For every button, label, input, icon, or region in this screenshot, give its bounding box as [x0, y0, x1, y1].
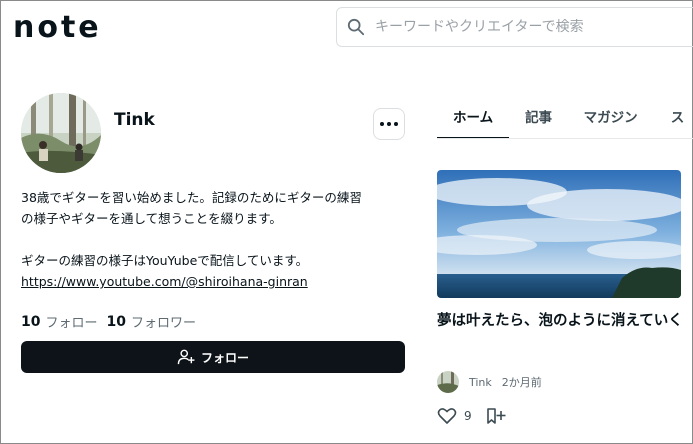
search-input[interactable] — [375, 19, 675, 35]
avatar-image — [21, 93, 101, 173]
bio-line: ギターの練習の様子はYouYubeで配信しています。 — [21, 253, 309, 268]
search-icon — [347, 18, 365, 36]
more-horizontal-icon — [380, 122, 398, 126]
author-name[interactable]: Tink — [469, 376, 492, 389]
follow-button-label: フォロー — [200, 350, 249, 365]
search-bar[interactable] — [336, 7, 693, 47]
header: note — [1, 1, 693, 53]
tab-more[interactable]: ス — [665, 101, 693, 138]
tab-home[interactable]: ホーム — [437, 101, 510, 138]
follow-label[interactable]: フォロー — [45, 312, 97, 331]
article-time: 2か月前 — [501, 376, 542, 389]
logo-text: note — [13, 9, 102, 45]
bookmark-plus-icon[interactable] — [486, 407, 506, 425]
youtube-link[interactable]: https://www.youtube.com/@shiroihana-ginr… — [21, 274, 308, 289]
follower-count[interactable]: 10 — [107, 314, 126, 330]
tab-magazine[interactable]: マガジン — [568, 101, 665, 138]
follow-stats: 10 フォロー 10 フォロワー — [21, 312, 205, 332]
avatar[interactable] — [21, 93, 101, 173]
article-thumbnail[interactable] — [437, 170, 681, 298]
tab-articles[interactable]: 記事 — [509, 101, 568, 138]
article-meta: Tink 2か月前 — [437, 371, 542, 393]
follow-button[interactable]: フォロー — [21, 341, 405, 373]
follower-label[interactable]: フォロワー — [131, 312, 196, 331]
heart-icon[interactable] — [437, 407, 457, 425]
more-options-button[interactable] — [373, 108, 405, 140]
person-plus-icon — [177, 349, 195, 365]
profile-bio: 38歳でギターを習い始めました。記録のためにギターの練習 の様子やギターを通して… — [21, 187, 411, 292]
note-logo[interactable]: note — [13, 9, 102, 45]
follow-count[interactable]: 10 — [21, 314, 40, 330]
like-count: 9 — [464, 409, 472, 423]
article-actions: 9 — [437, 407, 506, 425]
profile-tabs: ホーム 記事 マガジン ス — [437, 101, 693, 139]
article-title[interactable]: 夢は叶えたら、泡のように消えていく — [437, 309, 687, 334]
bio-line: の様子やギターを通して想うことを綴ります。 — [21, 211, 282, 226]
thumbnail-image — [437, 170, 681, 298]
profile-name[interactable]: Tink — [114, 110, 155, 130]
author-avatar[interactable] — [437, 371, 459, 393]
bio-line: 38歳でギターを習い始めました。記録のためにギターの練習 — [21, 190, 362, 205]
